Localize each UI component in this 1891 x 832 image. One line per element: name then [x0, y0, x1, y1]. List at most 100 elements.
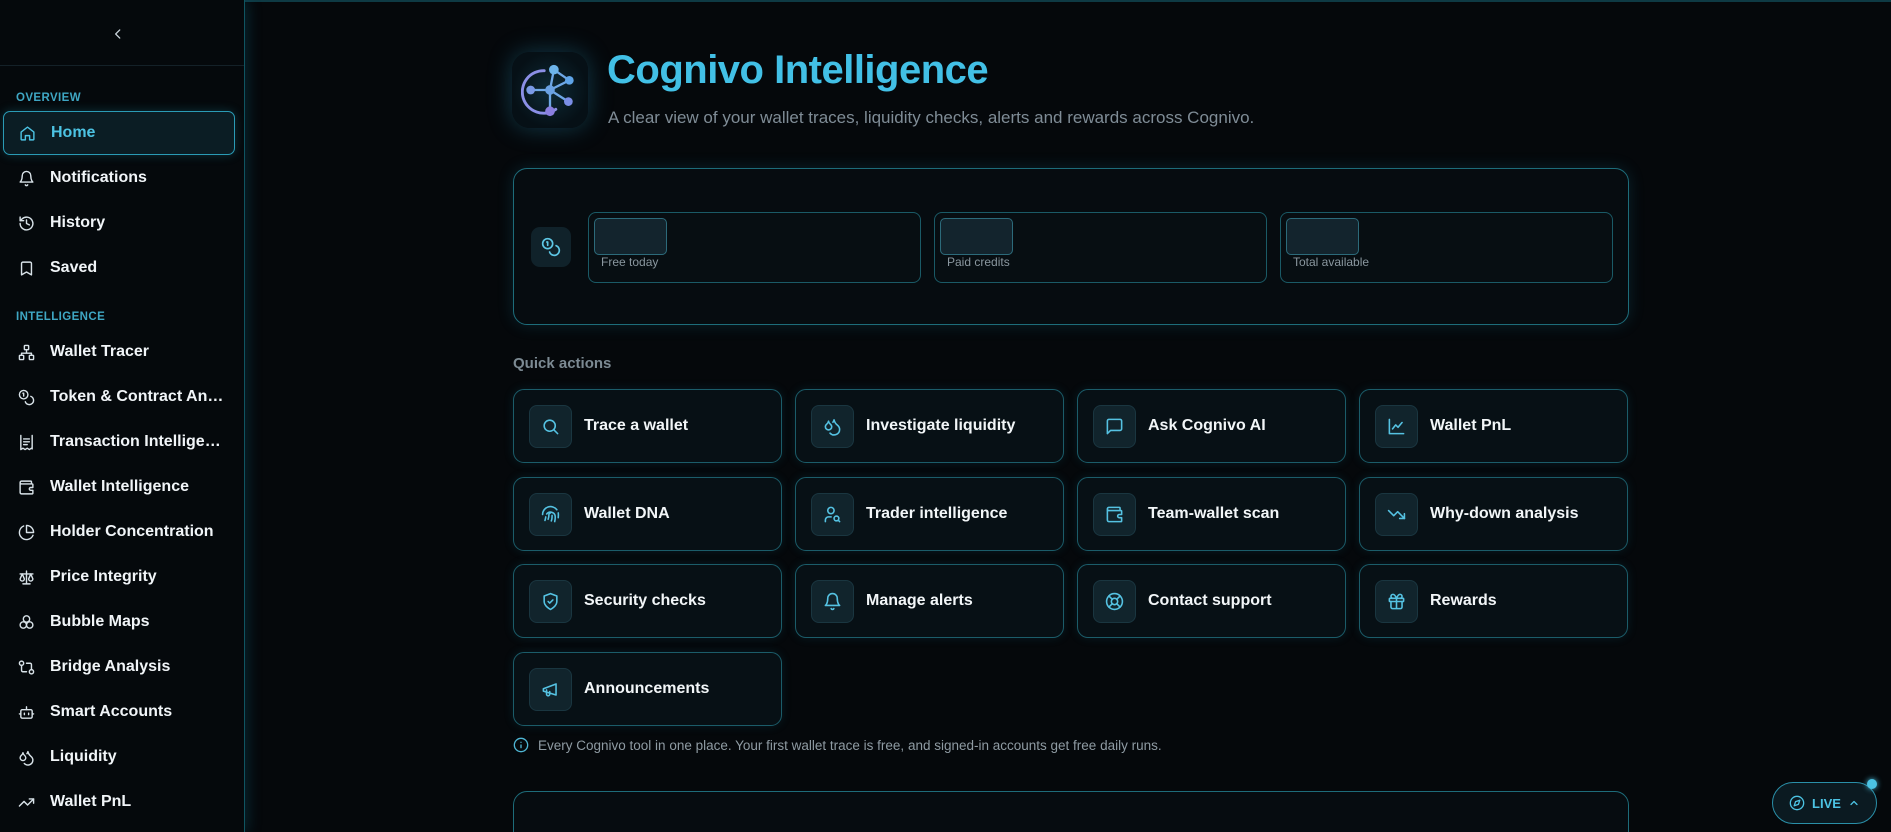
qa-wallet-dna-button[interactable]: Wallet DNA	[513, 477, 782, 551]
line-chart-icon	[1375, 404, 1418, 448]
qa-ask-ai-button[interactable]: Ask Cognivo AI	[1077, 389, 1346, 463]
receipt-icon	[17, 433, 35, 451]
sidebar-item-label: Notifications	[50, 169, 147, 186]
qa-label: Trader intelligence	[866, 505, 1008, 522]
qa-why-down-analysis-button[interactable]: Why-down analysis	[1359, 477, 1628, 551]
info-text: Every Cognivo tool in one place. Your fi…	[538, 737, 1162, 753]
sidebar-item-label: Wallet Tracer	[50, 343, 150, 360]
sidebar-item-liquidity[interactable]: Liquidity	[3, 735, 235, 779]
sidebar-item-label: Bridge Analysis	[50, 658, 171, 675]
sidebar-item-bridge-analysis[interactable]: Bridge Analysis	[3, 645, 235, 689]
credit-value	[1286, 218, 1359, 255]
collapse-sidebar-button[interactable]	[108, 24, 128, 44]
qa-manage-alerts-button[interactable]: Manage alerts	[795, 564, 1064, 638]
qa-label: Contact support	[1148, 592, 1272, 609]
qa-trace-wallet-button[interactable]: Trace a wallet	[513, 389, 782, 463]
next-section-panel	[513, 791, 1629, 832]
qa-contact-support-button[interactable]: Contact support	[1077, 564, 1346, 638]
top-border	[0, 0, 1891, 2]
qa-announcements-button[interactable]: Announcements	[513, 652, 782, 726]
page-title: Cognivo Intelligence	[607, 48, 989, 92]
credit-label: Total available	[1293, 255, 1370, 269]
credit-label: Free today	[601, 255, 659, 269]
bubbles-icon	[17, 613, 35, 631]
sidebar-item-label: Token & Contract Anal...	[50, 388, 225, 405]
sidebar-item-token-contract[interactable]: Token & Contract Anal...	[3, 375, 235, 419]
qa-label: Wallet PnL	[1430, 417, 1512, 434]
megaphone-icon	[529, 667, 572, 711]
credit-card-total-available: Total available	[1280, 212, 1613, 283]
section-label-intelligence: INTELLIGENCE	[16, 311, 106, 323]
qa-label: Trace a wallet	[584, 417, 689, 434]
lifebuoy-icon	[1093, 579, 1136, 623]
qa-investigate-liquidity-button[interactable]: Investigate liquidity	[795, 389, 1064, 463]
chevron-left-icon	[115, 29, 121, 39]
sidebar-item-wallet-pnl[interactable]: Wallet PnL	[3, 780, 235, 824]
qa-team-wallet-scan-button[interactable]: Team-wallet scan	[1077, 477, 1346, 551]
sidebar-item-wallet-tracer[interactable]: Wallet Tracer	[3, 330, 235, 374]
sidebar-divider	[0, 65, 244, 66]
bookmark-icon	[17, 259, 35, 277]
sidebar-item-saved[interactable]: Saved	[3, 246, 235, 290]
qa-trader-intelligence-button[interactable]: Trader intelligence	[795, 477, 1064, 551]
sidebar-item-notifications[interactable]: Notifications	[3, 156, 235, 200]
credit-card-free-today: Free today	[588, 212, 921, 283]
shield-check-icon	[529, 579, 572, 623]
sidebar-item-label: Wallet PnL	[50, 793, 132, 810]
info-icon	[513, 737, 529, 753]
search-icon	[529, 404, 572, 448]
bot-icon	[17, 703, 35, 721]
qa-label: Manage alerts	[866, 592, 973, 609]
quick-actions-heading: Quick actions	[513, 355, 612, 372]
sidebar-item-label: History	[50, 214, 106, 231]
credit-label: Paid credits	[947, 255, 1010, 269]
sidebar-item-wallet-intelligence[interactable]: Wallet Intelligence	[3, 465, 235, 509]
droplets-icon	[811, 404, 854, 448]
sidebar-item-label: Home	[51, 124, 96, 141]
qa-label: Why-down analysis	[1430, 505, 1579, 522]
home-icon	[18, 124, 36, 142]
sidebar-item-label: Wallet Intelligence	[50, 478, 189, 495]
qa-label: Wallet DNA	[584, 505, 670, 522]
credit-value	[940, 218, 1013, 255]
wallet-icon	[1093, 492, 1136, 536]
droplets-icon	[17, 748, 35, 766]
sidebar-item-smart-accounts[interactable]: Smart Accounts	[3, 690, 235, 734]
app-logo	[512, 52, 588, 128]
sidebar-item-home[interactable]: Home	[3, 111, 235, 155]
sidebar-item-label: Transaction Intelligen...	[50, 433, 225, 450]
bell-icon	[811, 579, 854, 623]
qa-label: Security checks	[584, 592, 706, 609]
sidebar-item-holder-concentration[interactable]: Holder Concentration	[3, 510, 235, 554]
sidebar-item-label: Holder Concentration	[50, 523, 214, 540]
sidebar-item-label: Saved	[50, 259, 98, 276]
chevron-up-icon	[1850, 800, 1858, 806]
live-status-dot	[1867, 779, 1877, 789]
network-logo-icon	[521, 64, 574, 117]
bridge-icon	[17, 658, 35, 676]
qa-security-checks-button[interactable]: Security checks	[513, 564, 782, 638]
sidebar-item-transaction-intelligence[interactable]: Transaction Intelligen...	[3, 420, 235, 464]
qa-wallet-pnl-button[interactable]: Wallet PnL	[1359, 389, 1628, 463]
message-icon	[1093, 404, 1136, 448]
qa-rewards-button[interactable]: Rewards	[1359, 564, 1628, 638]
qa-label: Team-wallet scan	[1148, 505, 1280, 522]
sidebar-item-label: Price Integrity	[50, 568, 157, 585]
wallet-icon	[17, 478, 35, 496]
coins-icon	[17, 388, 35, 406]
qa-label: Announcements	[584, 680, 710, 697]
gift-icon	[1375, 579, 1418, 623]
bell-icon	[17, 169, 35, 187]
user-search-icon	[811, 492, 854, 536]
credit-card-paid-credits: Paid credits	[934, 212, 1267, 283]
sidebar-item-history[interactable]: History	[3, 201, 235, 245]
credits-panel: Free today Paid credits Total available	[513, 168, 1629, 325]
section-label-overview: OVERVIEW	[16, 92, 81, 104]
trending-up-icon	[17, 793, 35, 811]
sidebar-item-price-integrity[interactable]: Price Integrity	[3, 555, 235, 599]
live-toggle-button[interactable]: LIVE	[1772, 782, 1877, 824]
sidebar-item-label: Smart Accounts	[50, 703, 173, 720]
sidebar-item-bubble-maps[interactable]: Bubble Maps	[3, 600, 235, 644]
history-icon	[17, 214, 35, 232]
sidebar-item-label: Bubble Maps	[50, 613, 150, 630]
